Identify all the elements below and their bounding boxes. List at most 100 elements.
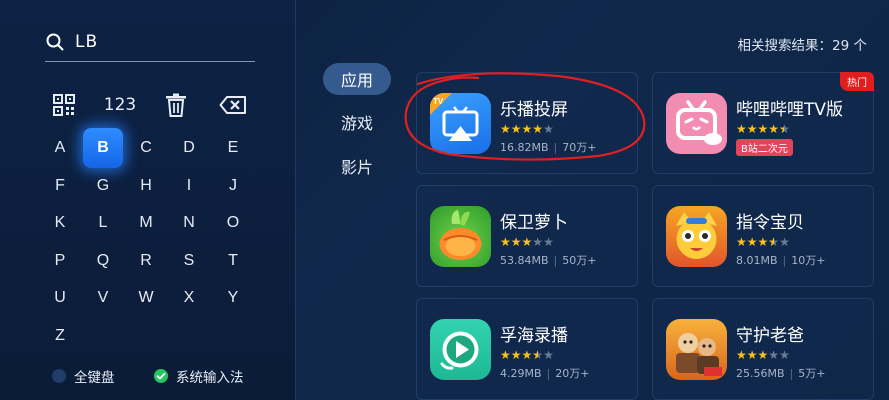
app-size: 16.82MB [500,141,549,154]
bilibili-tv-icon [666,93,727,154]
star-icon: ★ [532,235,544,249]
key-o[interactable]: O [213,203,253,243]
star-icon: ★ [500,235,511,249]
carrot-game-icon [430,206,491,267]
key-v[interactable]: V [83,278,123,318]
keyboard-panel: LB 123 A B C D E F G H I J K L M N O P Q… [0,0,296,400]
app-downloads: 50万+ [562,254,597,267]
key-y[interactable]: Y [213,278,253,318]
key-m[interactable]: M [126,203,166,243]
key-k[interactable]: K [40,203,80,243]
app-card[interactable]: 指令宝贝 ★★★★★★ 8.01MB|10万+ [652,185,874,287]
rating-stars: ★★★★★ [500,122,554,136]
star-icon: ★ [500,348,511,362]
star-icon: ★ [543,122,554,136]
app-size: 25.56MB [736,367,785,380]
search-field[interactable]: LB [45,22,255,62]
star-icon: ★ [736,348,747,362]
tab-games[interactable]: 游戏 [323,106,391,138]
app-card[interactable]: 热门 哔哩哔哩TV版 ★★★★★★ B站二次元 [652,72,874,174]
backspace-key[interactable] [218,90,248,120]
cat-mascot-icon [666,206,727,267]
app-name: 哔哩哔哩TV版 [736,100,844,120]
key-p[interactable]: P [40,241,80,281]
key-l[interactable]: L [83,203,123,243]
search-icon [45,32,65,52]
app-meta: 25.56MB | 5万+ [736,367,826,380]
result-count: 相关搜索结果：29 个 [737,38,867,54]
star-icon: ★★ [532,348,544,362]
key-z[interactable]: Z [40,316,80,356]
search-query: LB [75,31,99,52]
key-w[interactable]: W [126,278,166,318]
app-meta: 53.84MB | 50万+ [500,254,597,267]
star-icon: ★ [746,348,758,362]
star-icon: ★ [543,348,554,362]
key-c[interactable]: C [126,128,166,168]
rating-stars: ★★★★★ [500,235,554,249]
key-q[interactable]: Q [83,241,123,281]
key-f[interactable]: F [40,166,80,206]
app-card[interactable]: 孚海录播 ★★★★★★ 4.29MB|20万+ [416,298,638,400]
app-meta: 4.29MB | 20万+ [500,367,590,380]
key-a[interactable]: A [40,128,80,168]
app-downloads: 10万+ [791,254,826,267]
key-x[interactable]: X [169,278,209,318]
special-keys-row: 123 [40,90,260,120]
clear-key[interactable] [164,90,188,120]
app-name: 守护老爸 [736,326,804,346]
app-card[interactable]: 保卫萝卜 ★★★★★ 53.84MB | 50万+ [416,185,638,287]
rating-stars: ★★★★★★ [500,348,554,362]
app-card[interactable]: 守护老爸 ★★★★★ 25.56MB | 5万+ [652,298,874,400]
star-icon: ★ [521,348,533,362]
star-icon: ★ [779,235,790,249]
key-b[interactable]: B [83,128,123,168]
star-icon: ★★ [779,122,790,136]
app-meta: 16.82MB | 70万+ [500,141,597,154]
key-j[interactable]: J [213,166,253,206]
star-icon: ★ [500,122,511,136]
category-tag: B站二次元 [736,139,793,156]
app-name: 保卫萝卜 [500,213,568,233]
star-icon: ★ [521,122,533,136]
qr-code-icon [53,94,75,116]
lebo-tv-cast-icon: TV [430,93,491,154]
tab-movies[interactable]: 影片 [323,150,391,182]
rating-stars: ★★★★★★ [736,122,790,136]
tab-apps[interactable]: 应用 [323,63,391,95]
movie-poster-icon [666,319,727,380]
key-t[interactable]: T [213,241,253,281]
check-circle-icon [154,369,168,383]
star-icon: ★ [746,235,758,249]
star-icon: ★ [768,348,780,362]
key-r[interactable]: R [126,241,166,281]
star-icon: ★ [757,235,769,249]
star-icon: ★ [779,348,790,362]
key-u[interactable]: U [40,278,80,318]
key-i[interactable]: I [169,166,209,206]
key-d[interactable]: D [169,128,209,168]
system-ime-option[interactable]: 系统输入法 [154,366,244,386]
full-keyboard-label: 全键盘 [74,370,115,386]
star-icon: ★ [757,348,769,362]
qr-code-key[interactable] [52,90,76,120]
app-card[interactable]: TV 乐播投屏 ★★★★★ 16.82MB | 70万+ [416,72,638,174]
full-keyboard-option[interactable]: 全键盘 [52,366,115,386]
key-n[interactable]: N [169,203,209,243]
input-mode-options: 全键盘 系统输入法 [52,366,272,388]
star-icon: ★ [510,348,522,362]
key-e[interactable]: E [213,128,253,168]
radio-unchecked-icon [52,369,66,383]
key-h[interactable]: H [126,166,166,206]
numbers-key[interactable]: 123 [100,90,140,120]
app-name: 乐播投屏 [500,100,568,120]
key-s[interactable]: S [169,241,209,281]
star-icon: ★ [736,122,747,136]
star-icon: ★ [757,122,769,136]
app-meta: 8.01MB | 10万+ [736,254,826,267]
star-icon: ★ [736,235,747,249]
star-icon: ★ [521,235,533,249]
play-button-icon [430,319,491,380]
key-g[interactable]: G [83,166,123,206]
rating-stars: ★★★★★ [736,348,790,362]
